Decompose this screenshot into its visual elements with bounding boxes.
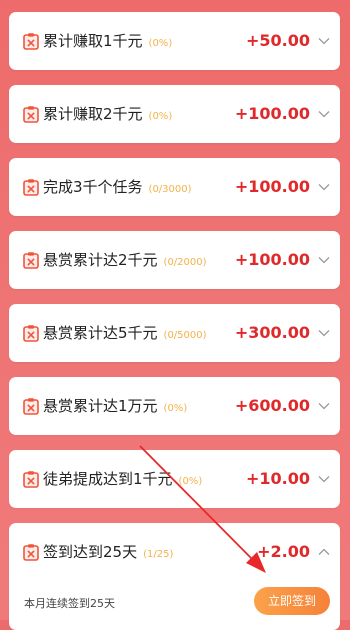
task-title-text: 累计赚取1千元 <box>43 32 143 50</box>
task-reward: +50.00 <box>245 31 310 50</box>
clipboard-icon <box>23 471 39 488</box>
task-detail: 本月连续签到25天 <box>24 597 115 610</box>
clipboard-icon <box>23 179 39 196</box>
chevron-down-icon[interactable] <box>317 180 331 194</box>
task-progress: (0%) <box>163 403 188 414</box>
clipboard-icon <box>23 398 39 415</box>
task-reward: +100.00 <box>234 250 310 269</box>
task-progress: (1/25) <box>143 549 174 560</box>
task-row[interactable]: 累计赚取2千元 (0%) +100.00 <box>9 85 340 143</box>
task-title: 完成3千个任务 (0/3000) <box>43 158 192 216</box>
clipboard-icon <box>23 544 39 561</box>
sign-in-button[interactable]: 立即签到 <box>254 587 330 615</box>
chevron-down-icon[interactable] <box>317 326 331 340</box>
task-title-text: 累计赚取2千元 <box>43 105 143 123</box>
task-card[interactable]: 悬赏累计达2千元 (0/2000) +100.00 <box>9 231 340 289</box>
task-title-text: 悬赏累计达1万元 <box>43 397 158 415</box>
task-row[interactable]: 徒弟提成达到1千元 (0%) +10.00 <box>9 450 340 508</box>
task-progress: (0%) <box>148 38 173 49</box>
task-row[interactable]: 完成3千个任务 (0/3000) +100.00 <box>9 158 340 216</box>
chevron-down-icon[interactable] <box>317 34 331 48</box>
task-title: 悬赏累计达5千元 (0/5000) <box>43 304 207 362</box>
task-list: 累计赚取1千元 (0%) +50.00 累计赚取2千元 (0%) +100.00 完… <box>9 12 340 630</box>
clipboard-icon <box>23 325 39 342</box>
task-row[interactable]: 累计赚取1千元 (0%) +50.00 <box>9 12 340 70</box>
chevron-down-icon[interactable] <box>317 107 331 121</box>
task-row[interactable]: 悬赏累计达5千元 (0/5000) +300.00 <box>9 304 340 362</box>
task-title-text: 徒弟提成达到1千元 <box>43 470 173 488</box>
task-card[interactable]: 徒弟提成达到1千元 (0%) +10.00 <box>9 450 340 508</box>
task-card-expanded[interactable]: 签到达到25天 (1/25) +2.00 本月连续签到25天 立即签到 <box>9 523 340 630</box>
task-reward: +100.00 <box>234 177 310 196</box>
task-title-text: 悬赏累计达5千元 <box>43 324 158 342</box>
task-title: 徒弟提成达到1千元 (0%) <box>43 450 202 508</box>
task-card[interactable]: 悬赏累计达1万元 (0%) +600.00 <box>9 377 340 435</box>
task-title-text: 悬赏累计达2千元 <box>43 251 158 269</box>
task-progress: (0%) <box>148 111 173 122</box>
task-row[interactable]: 签到达到25天 (1/25) +2.00 <box>9 523 340 581</box>
clipboard-icon <box>23 252 39 269</box>
task-reward: +2.00 <box>257 542 310 561</box>
task-title-text: 签到达到25天 <box>43 543 138 561</box>
task-title: 累计赚取2千元 (0%) <box>43 85 172 143</box>
task-row[interactable]: 悬赏累计达1万元 (0%) +600.00 <box>9 377 340 435</box>
task-title: 悬赏累计达2千元 (0/2000) <box>43 231 207 289</box>
task-card[interactable]: 累计赚取2千元 (0%) +100.00 <box>9 85 340 143</box>
task-row[interactable]: 悬赏累计达2千元 (0/2000) +100.00 <box>9 231 340 289</box>
chevron-down-icon[interactable] <box>317 253 331 267</box>
clipboard-icon <box>23 106 39 123</box>
task-progress: (0/5000) <box>163 330 207 341</box>
task-reward: +10.00 <box>245 469 310 488</box>
task-reward: +100.00 <box>234 104 310 123</box>
chevron-down-icon[interactable] <box>317 399 331 413</box>
task-title: 悬赏累计达1万元 (0%) <box>43 377 187 435</box>
task-card[interactable]: 累计赚取1千元 (0%) +50.00 <box>9 12 340 70</box>
chevron-down-icon[interactable] <box>317 472 331 486</box>
task-progress: (0/2000) <box>163 257 207 268</box>
task-reward: +300.00 <box>234 323 310 342</box>
clipboard-icon <box>23 33 39 50</box>
task-progress: (0%) <box>178 476 203 487</box>
task-title-text: 完成3千个任务 <box>43 178 143 196</box>
task-title: 累计赚取1千元 (0%) <box>43 12 172 70</box>
task-card[interactable]: 悬赏累计达5千元 (0/5000) +300.00 <box>9 304 340 362</box>
task-progress: (0/3000) <box>148 184 192 195</box>
task-reward: +600.00 <box>234 396 310 415</box>
task-title: 签到达到25天 (1/25) <box>43 523 173 581</box>
task-card[interactable]: 完成3千个任务 (0/3000) +100.00 <box>9 158 340 216</box>
chevron-up-icon[interactable] <box>317 545 331 559</box>
